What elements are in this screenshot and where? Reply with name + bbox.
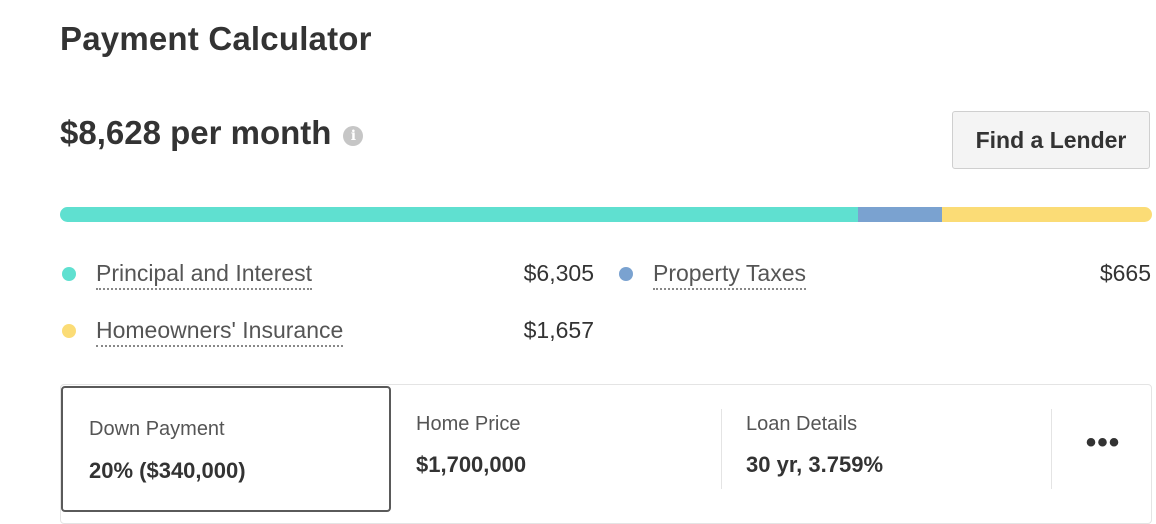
- down-payment-label: Down Payment: [89, 418, 225, 440]
- more-icon[interactable]: •••: [1081, 425, 1125, 461]
- principal-interest-dot: [62, 267, 76, 281]
- payment-breakdown-bar: [60, 207, 1152, 222]
- loan-details-value: 30 yr, 3.759%: [746, 452, 884, 477]
- down-payment-tab[interactable]: Down Payment 20% ($340,000): [61, 386, 391, 512]
- bar-segment-homeowners-insurance: [942, 207, 1152, 222]
- homeowners-insurance-dot: [62, 324, 76, 338]
- down-payment-value: 20% ($340,000): [89, 458, 246, 483]
- homeowners-insurance-label[interactable]: Homeowners' Insurance: [96, 316, 344, 347]
- home-price-label: Home Price: [416, 413, 521, 435]
- homeowners-insurance-value: $1,657: [523, 317, 594, 343]
- bar-segment-principal-and-interest: [60, 207, 859, 222]
- principal-interest-label[interactable]: Principal and Interest: [96, 259, 313, 290]
- info-icon[interactable]: i: [343, 126, 364, 146]
- property-taxes-dot: [619, 267, 633, 281]
- loan-parameters: Down Payment 20% ($340,000) Home Price $…: [60, 384, 1152, 524]
- home-price-value: $1,700,000: [416, 452, 527, 477]
- find-lender-button[interactable]: Find a Lender: [952, 111, 1150, 169]
- loan-details-tab[interactable]: Loan Details 30 yr, 3.759%: [721, 385, 1051, 511]
- bar-segment-property-taxes: [858, 207, 943, 222]
- loan-details-label: Loan Details: [746, 413, 858, 435]
- property-taxes-value: $665: [1099, 260, 1151, 286]
- page-title: Payment Calculator: [60, 20, 372, 57]
- principal-interest-value: $6,305: [523, 260, 594, 286]
- monthly-payment-amount: $8,628 per month: [60, 114, 332, 151]
- divider: [1051, 409, 1052, 489]
- monthly-payment: $8,628 per month i: [60, 114, 364, 152]
- home-price-tab[interactable]: Home Price $1,700,000: [391, 385, 721, 511]
- property-taxes-label[interactable]: Property Taxes: [653, 259, 806, 290]
